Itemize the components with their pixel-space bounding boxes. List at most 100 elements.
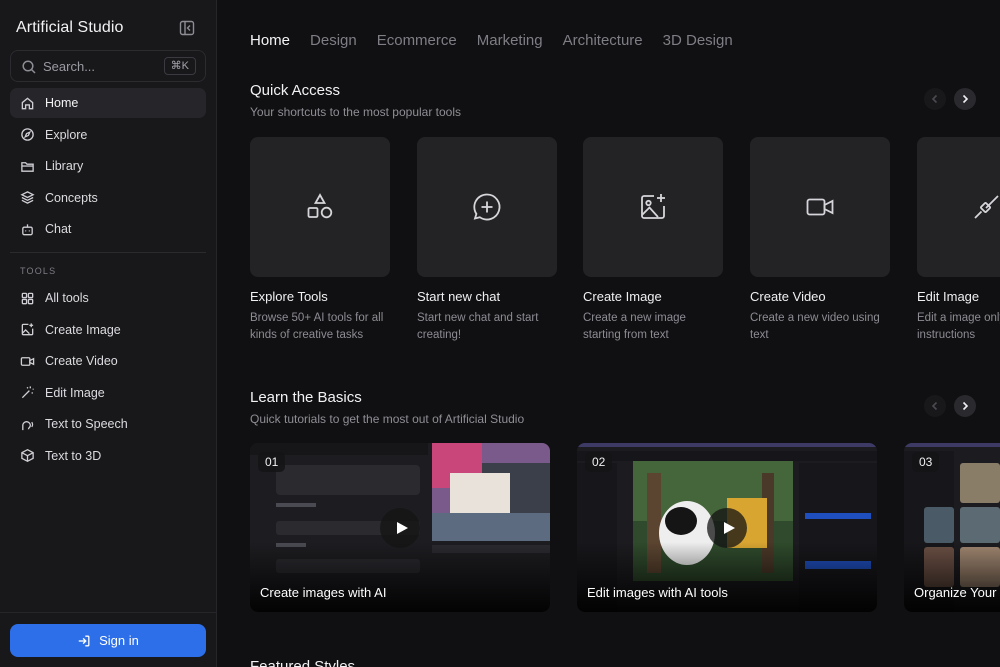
image-plus-icon bbox=[641, 194, 665, 219]
quick-access-next-button[interactable] bbox=[954, 88, 976, 110]
featured-styles-title: Featured Styles bbox=[250, 658, 356, 667]
quick-card-title: Create Video bbox=[750, 289, 826, 304]
basics-title: Learn the Basics bbox=[250, 389, 362, 406]
sidebar-item-label: Library bbox=[45, 159, 84, 174]
tutorial-card-1[interactable]: 01 Create images with AI bbox=[250, 443, 550, 612]
sidebar-item-label: Home bbox=[45, 96, 79, 110]
tools-heading: TOOLS bbox=[20, 266, 57, 276]
quick-card-title: Explore Tools bbox=[250, 289, 328, 304]
quick-card-edit-image[interactable]: Edit Image Edit a image only with instru… bbox=[917, 137, 1000, 344]
tab-architecture[interactable]: Architecture bbox=[563, 32, 643, 49]
quick-card-title: Create Image bbox=[583, 289, 662, 304]
quick-card-start-new-chat[interactable]: Start new chat Start new chat and start … bbox=[417, 137, 557, 344]
sidebar-item-label: All tools bbox=[45, 291, 89, 305]
sidebar-item-chat[interactable]: Chat bbox=[10, 214, 206, 244]
quick-card-title: Edit Image bbox=[917, 289, 980, 304]
quick-card-desc: Edit a image only with instructions bbox=[917, 312, 1000, 341]
tutorial-label: Edit images with AI tools bbox=[587, 585, 728, 600]
quick-access-subtitle: Your shortcuts to the most popular tools bbox=[250, 105, 462, 119]
sidebar-item-label: Text to Speech bbox=[45, 417, 128, 432]
collapse-sidebar-icon[interactable] bbox=[178, 19, 196, 37]
quick-card-desc: Create a new video using text bbox=[750, 312, 880, 341]
tutorial-shade bbox=[250, 542, 550, 612]
sidebar-item-label: Text to 3D bbox=[45, 448, 102, 463]
chevron-right-icon bbox=[962, 94, 969, 104]
brush-icon bbox=[974, 195, 999, 219]
main-content: Home Design Ecommerce Marketing Architec… bbox=[218, 0, 1000, 667]
tutorial-label: Organize Your Library bbox=[914, 585, 1000, 600]
sidebar-item-create-video[interactable]: Create Video bbox=[10, 346, 206, 376]
sidebar-item-label: Explore bbox=[45, 127, 88, 142]
chevron-left-icon bbox=[931, 94, 938, 104]
sidebar-item-create-image[interactable]: Create Image bbox=[10, 315, 206, 345]
sidebar: Artificial Studio Search... ⌘K Home Expl… bbox=[0, 0, 217, 667]
home-icon bbox=[21, 96, 34, 109]
sidebar-item-text-to-speech[interactable]: Text to Speech bbox=[10, 409, 206, 439]
play-icon bbox=[396, 522, 408, 534]
grid-icon bbox=[21, 292, 34, 304]
tab-marketing[interactable]: Marketing bbox=[477, 32, 543, 49]
quick-card-desc: Browse 50+ AI tools for all kinds of cre… bbox=[250, 312, 384, 341]
quick-card-title: Start new chat bbox=[417, 289, 501, 304]
search-icon bbox=[21, 59, 37, 75]
search-shortcut: ⌘K bbox=[163, 57, 196, 75]
quick-card-thumb bbox=[750, 137, 890, 277]
sidebar-item-edit-image[interactable]: Edit Image bbox=[10, 378, 206, 408]
quick-card-create-image[interactable]: Create Image Create a new image starting… bbox=[583, 137, 723, 344]
compass-icon bbox=[21, 128, 34, 141]
sidebar-footer: Sign in bbox=[0, 612, 217, 667]
login-icon bbox=[78, 635, 90, 646]
quick-access-prev-button[interactable] bbox=[924, 88, 946, 110]
sidebar-item-all-tools[interactable]: All tools bbox=[10, 283, 206, 313]
tutorial-label: Create images with AI bbox=[260, 585, 387, 600]
sidebar-item-label: Create Image bbox=[45, 322, 121, 337]
tab-ecommerce[interactable]: Ecommerce bbox=[377, 32, 457, 49]
sidebar-item-label: Edit Image bbox=[45, 385, 105, 400]
sidebar-item-label: Chat bbox=[45, 222, 72, 237]
quick-card-explore-tools[interactable]: Explore Tools Browse 50+ AI tools for al… bbox=[250, 137, 390, 344]
sidebar-item-concepts[interactable]: Concepts bbox=[10, 183, 206, 213]
basics-subtitle: Quick tutorials to get the most out of A… bbox=[250, 412, 525, 426]
sidebar-item-library[interactable]: Library bbox=[10, 151, 206, 181]
cube-icon bbox=[21, 449, 34, 463]
tab-home[interactable]: Home bbox=[250, 32, 290, 49]
tutorial-number: 02 bbox=[585, 452, 613, 472]
quick-card-thumb bbox=[583, 137, 723, 277]
sidebar-item-label: Concepts bbox=[45, 190, 98, 205]
tab-3d-design[interactable]: 3D Design bbox=[663, 32, 733, 49]
main-nav: Home Explore Library Concepts Chat bbox=[10, 88, 206, 246]
layers-icon bbox=[20, 191, 35, 205]
sidebar-item-home[interactable]: Home bbox=[10, 88, 206, 118]
tutorial-number: 03 bbox=[912, 452, 940, 472]
tab-design[interactable]: Design bbox=[310, 32, 357, 49]
app-title: Artificial Studio bbox=[16, 19, 124, 36]
tutorial-card-3[interactable]: 03 Organize Your Library bbox=[904, 443, 1000, 612]
quick-card-create-video[interactable]: Create Video Create a new video using te… bbox=[750, 137, 890, 344]
magic-wand-icon bbox=[21, 386, 34, 399]
basics-prev-button[interactable] bbox=[924, 395, 946, 417]
speech-icon bbox=[22, 420, 34, 430]
tutorial-shade bbox=[904, 542, 1000, 612]
basics-next-button[interactable] bbox=[954, 395, 976, 417]
video-icon bbox=[806, 198, 834, 216]
tutorial-number: 01 bbox=[258, 452, 286, 472]
chevron-right-icon bbox=[962, 401, 969, 411]
folder-icon bbox=[21, 161, 34, 172]
shapes-icon bbox=[307, 193, 333, 219]
sidebar-item-text-to-3d[interactable]: Text to 3D bbox=[10, 441, 206, 471]
chat-plus-icon bbox=[473, 193, 501, 221]
sign-in-button[interactable]: Sign in bbox=[10, 624, 206, 657]
quick-card-thumb bbox=[917, 137, 1000, 277]
sidebar-item-label: Create Video bbox=[45, 354, 118, 369]
search-placeholder: Search... bbox=[43, 59, 96, 74]
tutorial-card-2[interactable]: 02 Edit images with AI tools bbox=[577, 443, 877, 612]
play-icon bbox=[723, 522, 735, 534]
quick-card-desc: Start new chat and start creating! bbox=[417, 312, 539, 341]
search-input[interactable]: Search... ⌘K bbox=[10, 50, 206, 82]
category-tabs: Home Design Ecommerce Marketing Architec… bbox=[250, 32, 753, 49]
quick-card-thumb bbox=[250, 137, 390, 277]
quick-card-thumb bbox=[417, 137, 557, 277]
chevron-left-icon bbox=[931, 401, 938, 411]
sidebar-item-explore[interactable]: Explore bbox=[10, 120, 206, 150]
bot-icon bbox=[22, 224, 33, 236]
